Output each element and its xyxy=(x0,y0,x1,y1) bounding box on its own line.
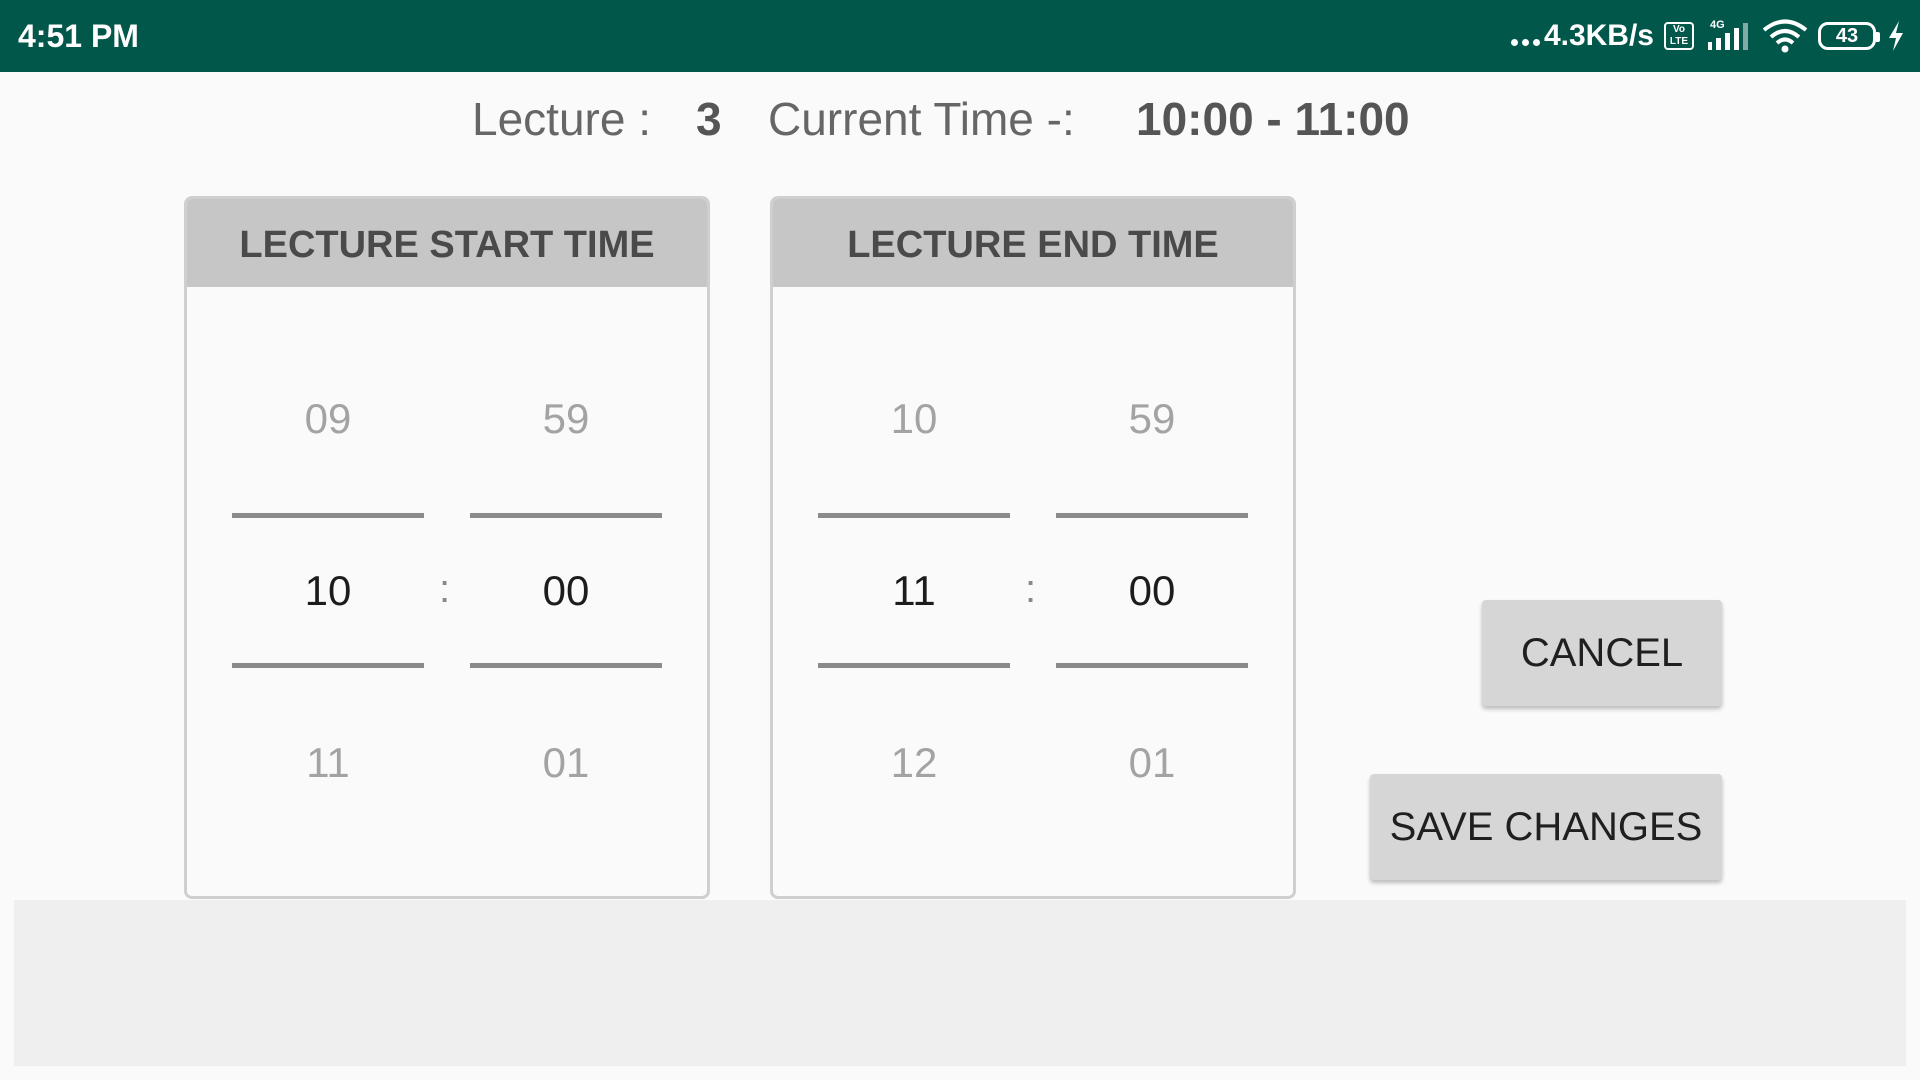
lecture-number: 3 xyxy=(696,93,722,145)
status-indicators: 4.3KB/s Vo LTE 4G 43 xyxy=(1510,0,1906,72)
end-hour-next[interactable]: 12 xyxy=(818,739,1010,787)
end-hour-selected[interactable]: 11 xyxy=(818,567,1010,615)
end-minute-divider-top xyxy=(1056,513,1248,518)
cancel-button[interactable]: CANCEL xyxy=(1482,600,1722,706)
start-time-separator: : xyxy=(439,567,451,611)
dots-icon xyxy=(1510,38,1540,46)
end-minute-prev[interactable]: 59 xyxy=(1056,395,1248,443)
end-hour-prev[interactable]: 10 xyxy=(818,395,1010,443)
volte-icon: Vo LTE xyxy=(1664,22,1694,50)
end-time-separator: : xyxy=(1025,567,1037,611)
end-minute-next[interactable]: 01 xyxy=(1056,739,1248,787)
start-time-title: LECTURE START TIME xyxy=(187,199,707,287)
start-minute-picker[interactable]: 59 00 01 xyxy=(470,287,662,896)
start-minute-divider-bottom xyxy=(470,663,662,668)
start-hour-next[interactable]: 11 xyxy=(232,739,424,787)
end-hour-picker[interactable]: 10 11 12 xyxy=(818,287,1010,896)
battery-level: 43 xyxy=(1835,24,1859,47)
end-hour-divider-bottom xyxy=(818,663,1010,668)
end-time-panel: LECTURE END TIME 10 11 12 : 59 00 01 xyxy=(770,196,1296,899)
battery-icon: 43 xyxy=(1818,22,1880,50)
start-hour-picker[interactable]: 09 10 11 xyxy=(232,287,424,896)
start-minute-next[interactable]: 01 xyxy=(470,739,662,787)
status-bar: 4:51 PM 4.3KB/s Vo LTE 4G 43 xyxy=(0,0,1920,72)
start-hour-selected[interactable]: 10 xyxy=(232,567,424,615)
start-minute-divider-top xyxy=(470,513,662,518)
signal-icon: 4G xyxy=(1708,19,1748,50)
start-time-panel: LECTURE START TIME 09 10 11 : 59 00 01 xyxy=(184,196,710,899)
current-time-label: Current Time -: xyxy=(768,93,1075,145)
wifi-icon xyxy=(1762,19,1808,53)
start-minute-selected[interactable]: 00 xyxy=(470,567,662,615)
network-speed-value: 4.3KB/s xyxy=(1543,19,1654,52)
start-hour-divider-bottom xyxy=(232,663,424,668)
network-speed: 4.3KB/s xyxy=(1510,19,1654,53)
charging-bolt-icon xyxy=(1889,21,1903,51)
start-hour-prev[interactable]: 09 xyxy=(232,395,424,443)
end-time-title: LECTURE END TIME xyxy=(773,199,1293,287)
start-minute-prev[interactable]: 59 xyxy=(470,395,662,443)
end-hour-divider-top xyxy=(818,513,1010,518)
save-changes-button[interactable]: SAVE CHANGES xyxy=(1370,774,1722,880)
network-type-label: 4G xyxy=(1710,19,1725,31)
end-minute-divider-bottom xyxy=(1056,663,1248,668)
status-time: 4:51 PM xyxy=(18,18,139,54)
start-hour-divider-top xyxy=(232,513,424,518)
bottom-panel xyxy=(14,900,1906,1066)
end-minute-picker[interactable]: 59 00 01 xyxy=(1056,287,1248,896)
end-minute-selected[interactable]: 00 xyxy=(1056,567,1248,615)
lecture-header: Lecture : 3 Current Time -: 10:00 - 11:0… xyxy=(0,92,1920,152)
lecture-label: Lecture : xyxy=(472,93,651,145)
current-time-range: 10:00 - 11:00 xyxy=(1136,93,1410,145)
